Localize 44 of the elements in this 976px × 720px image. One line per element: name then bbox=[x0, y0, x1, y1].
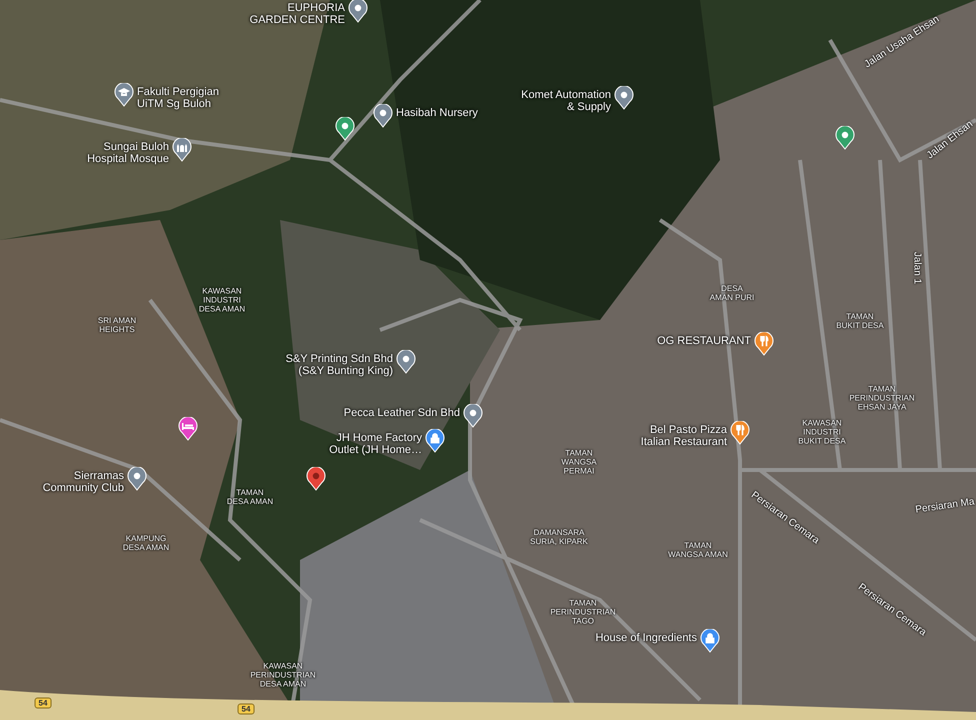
place-label[interactable]: JH Home Factory Outlet (JH Home… bbox=[329, 432, 422, 456]
highway-shield: 54 bbox=[238, 704, 254, 714]
hotel-pin-icon[interactable] bbox=[178, 417, 198, 441]
area-label: TAMAN PERINDUSTRIAN EHSAN JAYA bbox=[849, 384, 915, 412]
area-label: KAWASAN INDUSTRI DESA AMAN bbox=[198, 286, 246, 314]
restaurant-pin-icon[interactable] bbox=[754, 332, 774, 356]
place-label[interactable]: Pecca Leather Sdn Bhd bbox=[344, 407, 460, 419]
mosque-pin-icon[interactable] bbox=[172, 138, 192, 162]
place-label[interactable]: Komet Automation & Supply bbox=[521, 89, 611, 113]
place-label[interactable]: Hasibah Nursery bbox=[396, 107, 478, 119]
area-label: KAMPUNG DESA AMAN bbox=[122, 534, 170, 552]
area-label: SRI AMAN HEIGHTS bbox=[98, 316, 136, 334]
area-label: KAWASAN INDUSTRI BUKIT DESA bbox=[798, 418, 846, 446]
place-label[interactable]: EUPHORIA GARDEN CENTRE bbox=[250, 2, 345, 26]
map-pin-icon[interactable] bbox=[614, 86, 634, 110]
place-label[interactable]: Fakulti Pergigian UiTM Sg Buloh bbox=[137, 86, 219, 110]
highway-shield: 54 bbox=[34, 698, 52, 708]
area-label: TAMAN BUKIT DESA bbox=[836, 312, 884, 330]
map-pin-icon[interactable] bbox=[396, 350, 416, 374]
place-label[interactable]: Sierramas Community Club bbox=[42, 470, 124, 494]
area-label: TAMAN PERINDUSTRIAN TAGO bbox=[550, 598, 616, 626]
dropped-pin-icon[interactable] bbox=[306, 467, 326, 491]
place-label[interactable]: House of Ingredients bbox=[595, 632, 697, 644]
area-label: TAMAN WANGSA PERMAI bbox=[561, 448, 597, 476]
map-pin-icon[interactable] bbox=[348, 0, 368, 23]
place-label[interactable]: OG RESTAURANT bbox=[657, 335, 751, 347]
map-pin-icon[interactable] bbox=[373, 104, 393, 128]
area-label: TAMAN WANGSA AMAN bbox=[668, 541, 728, 559]
map-pin-icon[interactable] bbox=[463, 404, 483, 428]
restaurant-pin-icon[interactable] bbox=[730, 421, 750, 445]
area-label: DESA AMAN PURI bbox=[710, 284, 754, 302]
school-pin-icon[interactable] bbox=[114, 83, 134, 107]
map-pin-icon[interactable] bbox=[335, 117, 355, 141]
map-pin-icon[interactable] bbox=[127, 467, 147, 491]
street-label: Jalan 1 bbox=[912, 252, 922, 284]
lock-pin-icon[interactable] bbox=[425, 429, 445, 453]
place-label[interactable]: Bel Pasto Pizza Italian Restaurant bbox=[640, 424, 727, 448]
area-label: KAWASAN PERINDUSTRIAN DESA AMAN bbox=[250, 662, 316, 688]
area-label: DAMANSARA SURIA, KIPARK bbox=[530, 528, 588, 546]
street-label: Persiaran Ma bbox=[914, 496, 976, 516]
lock-pin-icon[interactable] bbox=[700, 629, 720, 653]
area-label: TAMAN DESA AMAN bbox=[226, 488, 274, 506]
place-label[interactable]: Sungai Buloh Hospital Mosque bbox=[87, 141, 169, 165]
place-label[interactable]: S&Y Printing Sdn Bhd (S&Y Bunting King) bbox=[286, 353, 393, 377]
